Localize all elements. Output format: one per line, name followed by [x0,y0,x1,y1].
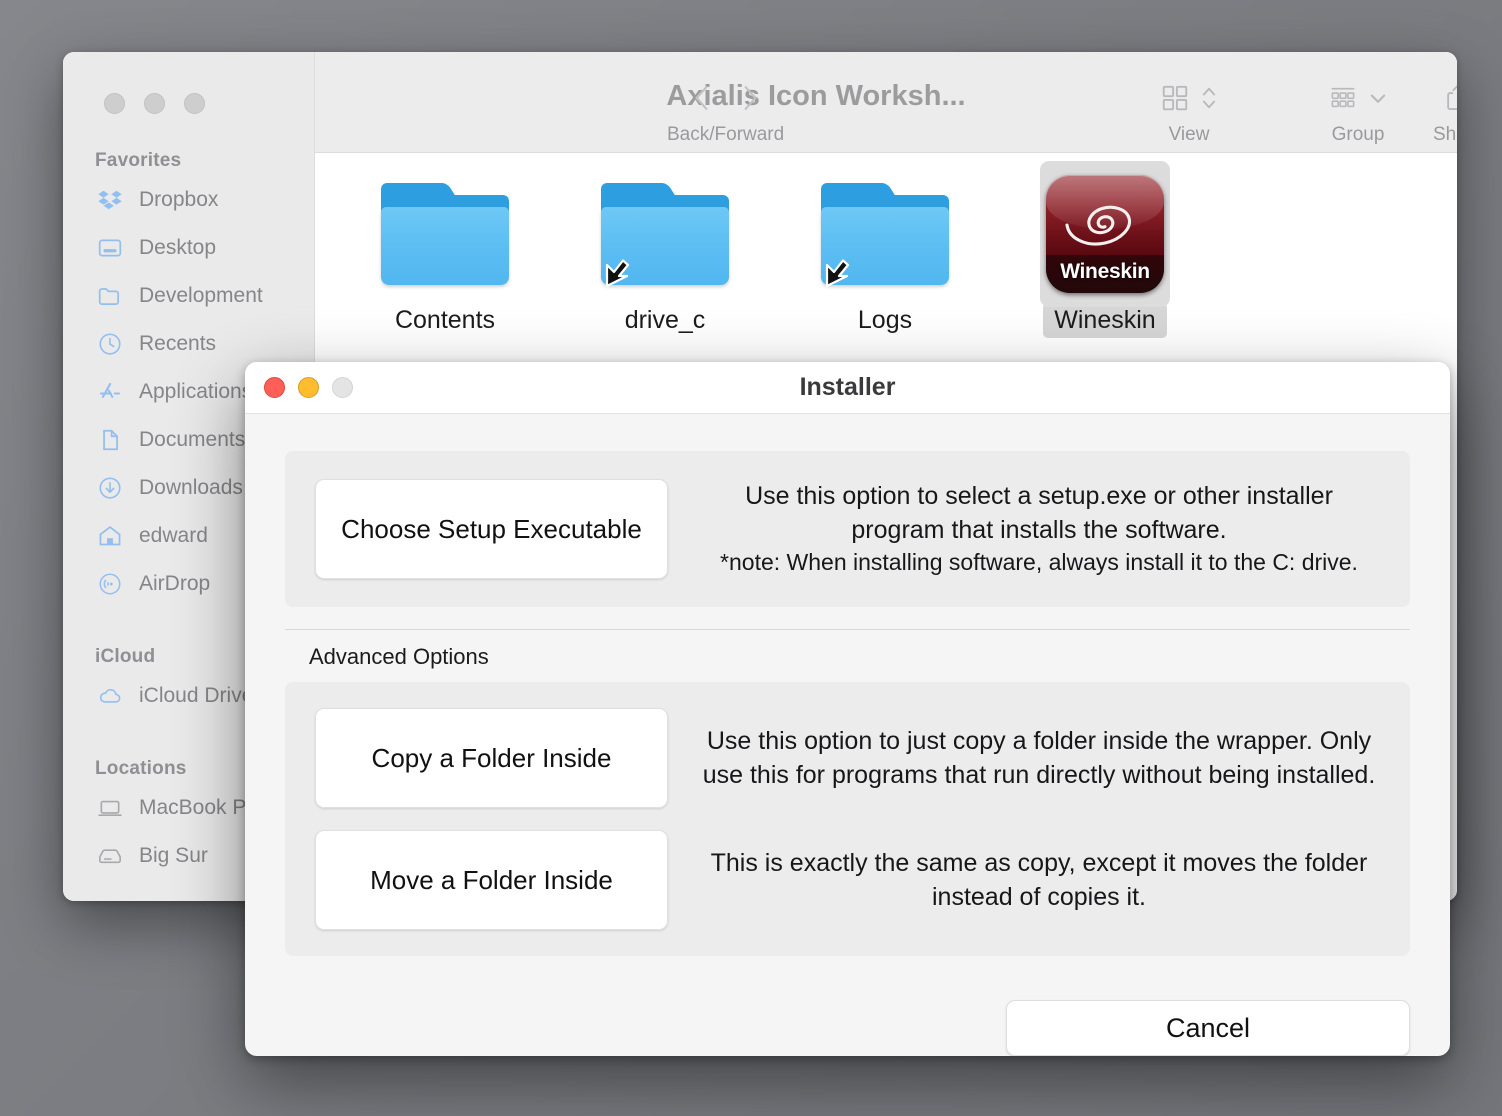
wineskin-icon-label: Wineskin [1060,260,1150,283]
back-forward-control[interactable]: Back/Forward [667,74,784,146]
file-label[interactable]: drive_c [614,303,717,338]
cloud-icon [97,683,123,709]
desktop-icon [97,235,123,261]
installer-content: Choose Setup Executable Use this option … [245,414,1450,974]
file-label[interactable]: Wineskin [1043,303,1167,338]
sidebar-item-label: Desktop [139,236,217,259]
chevron-up-down-icon[interactable] [1200,83,1218,118]
sidebar-item-label: AirDrop [139,572,211,595]
wineskin-app-icon: Wineskin [1046,175,1164,293]
group-control[interactable]: Group [1328,74,1388,146]
finder-traffic-lights [104,93,205,114]
section-divider [285,629,1410,630]
spiral-icon [1065,205,1132,246]
sidebar-item-label: Applications [139,380,253,403]
move-folder-description: This is exactly the same as copy, except… [710,849,1368,911]
share-label: Share [1433,124,1457,145]
harddisk-icon [97,843,123,869]
folder-icon [821,183,949,288]
sidebar-item-label: iCloud Drive [139,684,254,707]
back-forward-label: Back/Forward [667,124,785,145]
installer-close-button[interactable] [264,377,285,398]
finder-zoom-button[interactable] [184,93,205,114]
alias-arrow-icon [605,259,630,288]
finder-close-button[interactable] [104,93,125,114]
sidebar-item-dropbox[interactable]: Dropbox [63,176,314,224]
installer-title: Installer [799,373,896,401]
chevron-down-icon[interactable] [1368,88,1388,113]
share-icon[interactable] [1443,82,1457,119]
sidebar-item-desktop[interactable]: Desktop [63,224,314,272]
share-control[interactable]: Share [1433,74,1457,146]
sidebar-item-label: Dropbox [139,188,219,211]
sidebar-item-label: Documents [139,428,246,451]
grid-view-icon[interactable] [1160,83,1190,118]
laptop-icon [97,795,123,821]
installer-titlebar[interactable]: Installer [245,362,1450,414]
folder-icon [381,183,509,285]
setup-executable-panel: Choose Setup Executable Use this option … [285,451,1410,607]
clock-icon [97,331,123,357]
folder-icon [601,183,729,288]
setup-executable-description: Use this option to select a setup.exe or… [698,479,1380,578]
setup-desc-line2: program that installs the software. [851,516,1227,545]
home-icon [97,523,123,549]
share-glyphs [1443,74,1457,126]
setup-desc-line1: Use this option to select a setup.exe or… [745,482,1333,511]
dropbox-icon [97,187,123,213]
folder-icon [97,283,123,309]
installer-footer: Cancel [245,974,1450,1056]
group-glyphs [1328,74,1388,126]
cancel-button[interactable]: Cancel [1006,1000,1410,1056]
installer-zoom-button [332,377,353,398]
installer-dialog[interactable]: Installer Choose Setup Executable Use th… [245,362,1450,1056]
file-icon[interactable]: Wineskin [1040,161,1170,307]
sidebar-item-label: Recents [139,332,217,355]
finder-toolbar: Axialis Icon Worksh... Back/Forward View… [315,52,1457,153]
move-folder-row: Move a Folder Inside This is exactly the… [315,830,1380,930]
group-label: Group [1331,124,1385,145]
sidebar-item-recents[interactable]: Recents [63,320,314,368]
back-chevron-icon[interactable] [689,80,715,121]
view-control[interactable]: View [1160,74,1218,146]
setup-desc-note: *note: When installing software, always … [720,549,1358,576]
file-icon[interactable] [820,175,950,293]
document-icon [97,427,123,453]
sidebar-item-label: edward [139,524,208,547]
applications-icon [97,379,123,405]
file-label[interactable]: Contents [384,303,506,338]
advanced-options-panel: Copy a Folder Inside Use this option to … [285,682,1410,956]
copy-folder-description: Use this option to just copy a folder in… [702,727,1376,789]
back-forward-glyphs [689,74,763,126]
move-folder-inside-button[interactable]: Move a Folder Inside [315,830,668,930]
sidebar-item-label: MacBook P [139,796,247,819]
copy-folder-inside-button[interactable]: Copy a Folder Inside [315,708,668,808]
sidebar-item-development[interactable]: Development [63,272,314,320]
finder-minimize-button[interactable] [144,93,165,114]
finder-window-title: Axialis Icon Worksh... [666,80,966,112]
airdrop-icon [97,571,123,597]
group-by-icon[interactable] [1328,83,1358,118]
file-icon[interactable] [600,175,730,293]
alias-arrow-icon [825,259,850,288]
sidebar-section-favorites-title: Favorites [95,150,182,171]
forward-chevron-icon[interactable] [737,80,763,121]
advanced-options-label: Advanced Options [309,644,489,669]
file-label[interactable]: Logs [847,303,923,338]
copy-folder-row: Copy a Folder Inside Use this option to … [315,708,1380,808]
view-label: View [1168,124,1210,145]
choose-setup-executable-button[interactable]: Choose Setup Executable [315,479,668,579]
sidebar-item-label: Development [139,284,263,307]
sidebar-item-label: Big Sur [139,844,208,867]
file-icon[interactable] [380,175,510,293]
sidebar-item-label: Downloads [139,476,243,499]
download-icon [97,475,123,501]
installer-minimize-button[interactable] [298,377,319,398]
wineskin-selection-tile: Wineskin [1040,161,1170,307]
view-glyphs [1160,74,1218,126]
installer-traffic-lights [264,377,353,398]
